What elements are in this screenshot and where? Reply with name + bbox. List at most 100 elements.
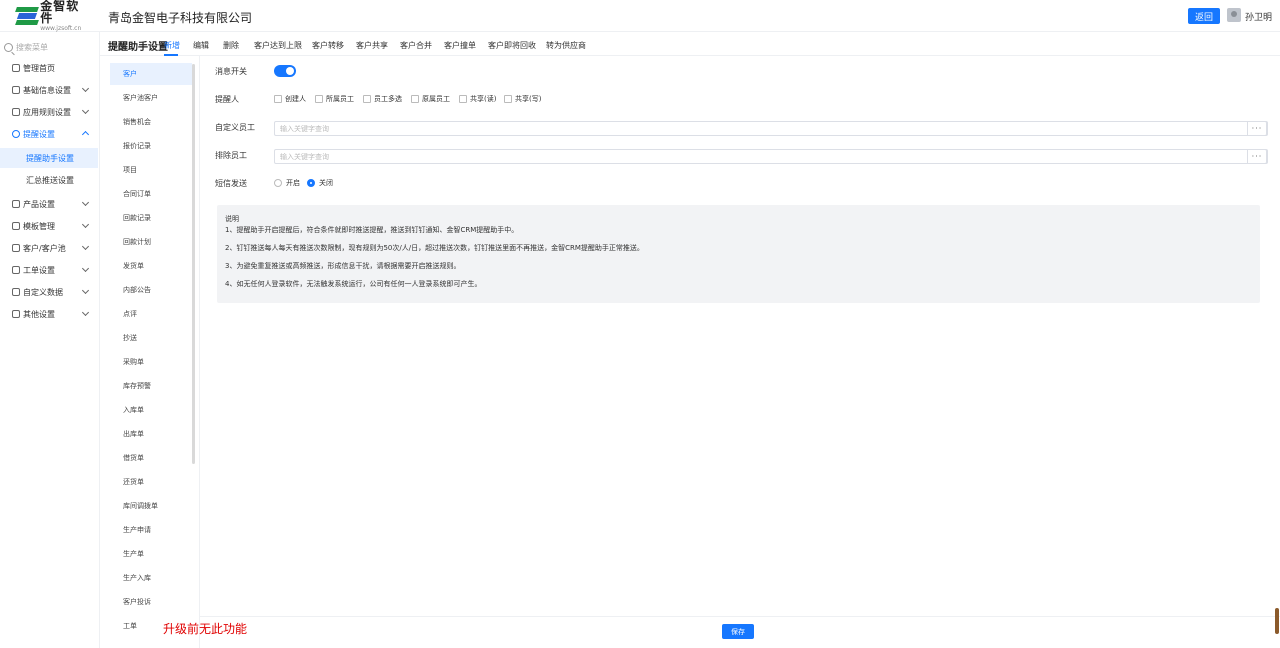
chevron-down-icon	[81, 198, 90, 207]
checkbox-box[interactable]	[411, 95, 419, 103]
nav-item-reminder-settings[interactable]: 提醒设置	[0, 124, 100, 144]
brand-logo[interactable]: 金智软件 www.jzsoft.cn	[15, 0, 88, 32]
nav-item-template-management[interactable]: 模板管理	[0, 216, 100, 236]
instruction-line: 3、为避免重复推送或高频推送，形成信息干扰，请根据需要开启推送规则。	[225, 262, 461, 270]
nav-item-label: 模板管理	[23, 221, 55, 231]
checkbox-box[interactable]	[363, 95, 371, 103]
radio-label: 关闭	[319, 179, 333, 187]
nav-item-product-settings[interactable]: 产品设置	[0, 194, 100, 214]
list-item[interactable]: 入库单	[110, 399, 192, 421]
custom-staff-input[interactable]: 输入关键字查询 ···	[274, 121, 1268, 136]
annotation-text: 升级前无此功能	[163, 622, 248, 636]
avatar[interactable]	[1227, 8, 1241, 22]
settings-form: 消息开关 提醒人 创建人 所属员工 员工多选 原属员工 共享(读) 共享(写) …	[200, 56, 1280, 648]
nav-item-label: 管理首页	[23, 63, 55, 73]
back-button[interactable]: 返回	[1188, 8, 1220, 24]
page-scrollbar[interactable]	[1275, 608, 1279, 634]
list-item[interactable]: 库间调拨单	[110, 495, 192, 517]
list-item[interactable]: 点评	[110, 303, 192, 325]
list-item[interactable]: 销售机会	[110, 111, 192, 133]
list-item[interactable]: 生产申请	[110, 519, 192, 541]
checkbox-box[interactable]	[315, 95, 323, 103]
ticket-icon	[12, 266, 20, 274]
template-icon	[12, 222, 20, 230]
tab-add[interactable]: 新增	[164, 40, 180, 51]
tab-edit[interactable]: 编辑	[193, 40, 209, 51]
nav-subitem-reminder-assistant[interactable]: 提醒助手设置	[0, 148, 98, 168]
tab-customer-collision[interactable]: 客户撞单	[444, 40, 476, 51]
radio-circle[interactable]	[274, 179, 282, 187]
list-item[interactable]: 库存预警	[110, 375, 192, 397]
list-item[interactable]: 合同订单	[110, 183, 192, 205]
user-name[interactable]: 孙卫明	[1245, 10, 1272, 23]
message-toggle[interactable]	[274, 65, 296, 77]
list-item[interactable]: 客户池客户	[110, 87, 192, 109]
exclude-staff-input[interactable]: 输入关键字查询 ···	[274, 149, 1268, 164]
tab-to-supplier[interactable]: 转为供应商	[546, 40, 586, 51]
list-item[interactable]: 借货单	[110, 447, 192, 469]
product-icon	[12, 200, 20, 208]
radio-sms-on[interactable]: 开启	[274, 178, 300, 188]
checkbox-multi-staff[interactable]: 员工多选	[363, 94, 402, 104]
nav-item-app-rules[interactable]: 应用规则设置	[0, 102, 100, 122]
tab-customer-merge[interactable]: 客户合并	[400, 40, 432, 51]
list-item[interactable]: 生产单	[110, 543, 192, 565]
tab-customer-limit[interactable]: 客户达到上限	[254, 40, 302, 51]
list-item[interactable]: 还货单	[110, 471, 192, 493]
chevron-down-icon	[81, 308, 90, 317]
more-icon[interactable]: ···	[1247, 149, 1267, 164]
checkbox-box[interactable]	[504, 95, 512, 103]
checkbox-box[interactable]	[274, 95, 282, 103]
chevron-down-icon	[81, 286, 90, 295]
instruction-line: 2、钉钉推送每人每天有推送次数限制，现有规则为50次/人/日，超过推送次数，钉钉…	[225, 244, 644, 252]
list-item[interactable]: 客户投诉	[110, 591, 192, 613]
tab-customer-recycle[interactable]: 客户即将回收	[488, 40, 536, 51]
tab-customer-share[interactable]: 客户共享	[356, 40, 388, 51]
tab-delete[interactable]: 删除	[223, 40, 239, 51]
nav-item-other-settings[interactable]: 其他设置	[0, 304, 100, 324]
radio-circle[interactable]	[307, 179, 315, 187]
more-icon[interactable]: ···	[1247, 121, 1267, 136]
nav-item-basic-info[interactable]: 基础信息设置	[0, 80, 100, 100]
list-item[interactable]: 内部公告	[110, 279, 192, 301]
save-button[interactable]: 保存	[722, 624, 754, 639]
left-navigation: 搜索菜单 管理首页 基础信息设置 应用规则设置 提醒设置 提醒助手设置 汇总推送…	[0, 32, 100, 648]
menu-search-input[interactable]: 搜索菜单	[4, 40, 96, 54]
list-item[interactable]: 发货单	[110, 255, 192, 277]
checkbox-creator[interactable]: 创建人	[274, 94, 306, 104]
nav-subitem-summary-push[interactable]: 汇总推送设置	[0, 170, 98, 190]
list-item[interactable]: 出库单	[110, 423, 192, 445]
list-item[interactable]: 项目	[110, 159, 192, 181]
list-item[interactable]: 采购单	[110, 351, 192, 373]
checkbox-share-read[interactable]: 共享(读)	[459, 94, 496, 104]
nav-item-label: 客户/客户池	[23, 243, 66, 253]
checkbox-box[interactable]	[459, 95, 467, 103]
chevron-down-icon	[81, 220, 90, 229]
nav-item-custom-data[interactable]: 自定义数据	[0, 282, 100, 302]
list-item[interactable]: 回款计划	[110, 231, 192, 253]
checkbox-owner[interactable]: 所属员工	[315, 94, 354, 104]
checkbox-share-write[interactable]: 共享(写)	[504, 94, 541, 104]
chevron-down-icon	[81, 264, 90, 273]
radio-sms-off[interactable]: 关闭	[307, 178, 333, 188]
nav-item-customer-pool[interactable]: 客户/客户池	[0, 238, 100, 258]
chevron-up-icon	[81, 130, 90, 139]
list-item[interactable]: 客户	[110, 63, 192, 85]
nav-item-ticket-settings[interactable]: 工单设置	[0, 260, 100, 280]
logo-name: 金智软件	[40, 0, 80, 25]
instruction-line: 4、如无任何人登录软件，无法触发系统运行，公司有任何一人登录系统即可产生。	[225, 280, 482, 288]
chevron-down-icon	[81, 106, 90, 115]
custom-staff-placeholder: 输入关键字查询	[280, 124, 329, 133]
list-scrollbar[interactable]	[192, 64, 195, 464]
list-item[interactable]: 回款记录	[110, 207, 192, 229]
checkbox-original-staff[interactable]: 原属员工	[411, 94, 450, 104]
rules-icon	[12, 108, 20, 116]
checkbox-label: 员工多选	[374, 95, 402, 103]
nav-item-label: 产品设置	[23, 199, 55, 209]
tab-customer-transfer[interactable]: 客户转移	[312, 40, 344, 51]
nav-item-label: 提醒设置	[23, 129, 55, 139]
list-item[interactable]: 抄送	[110, 327, 192, 349]
list-item[interactable]: 报价记录	[110, 135, 192, 157]
list-item[interactable]: 生产入库	[110, 567, 192, 589]
nav-item-home[interactable]: 管理首页	[0, 58, 100, 78]
